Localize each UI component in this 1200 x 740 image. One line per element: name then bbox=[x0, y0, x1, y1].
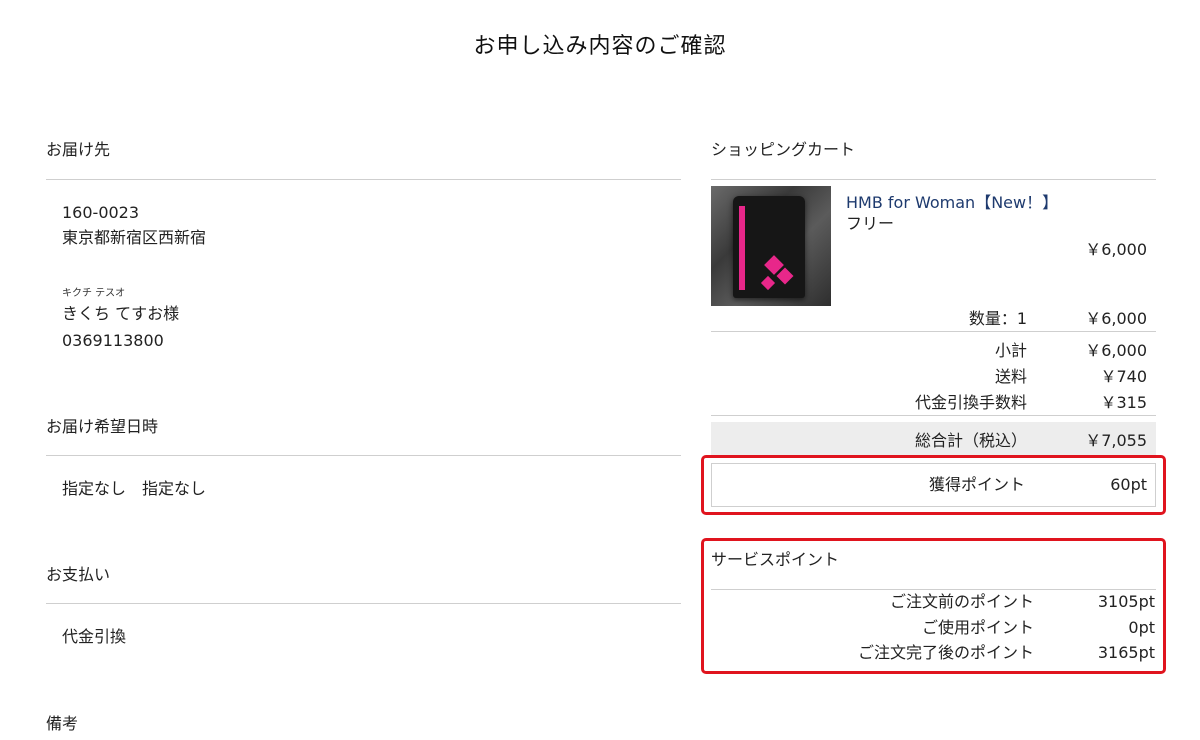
service-points-heading: サービスポイント bbox=[711, 550, 840, 569]
grand-total-value: ￥7,055 bbox=[1085, 431, 1147, 450]
divider bbox=[46, 603, 681, 604]
product-image[interactable] bbox=[711, 186, 831, 306]
points-after-value: 3165pt bbox=[1097, 643, 1155, 662]
shipping-label: 送料 bbox=[994, 367, 1027, 386]
points-used-label: ご使用ポイント bbox=[921, 618, 1034, 637]
line-total: ￥6,000 bbox=[1085, 309, 1147, 328]
divider bbox=[46, 179, 681, 180]
points-used-value: 0pt bbox=[1128, 618, 1155, 637]
shipping-value: ￥740 bbox=[1100, 367, 1147, 386]
postal-code: 160-0023 bbox=[62, 203, 140, 222]
cod-fee-label: 代金引換手数料 bbox=[914, 393, 1027, 412]
divider bbox=[711, 179, 1156, 180]
product-price: ￥6,000 bbox=[1085, 240, 1147, 259]
subtotal-value: ￥6,000 bbox=[1085, 341, 1147, 360]
points-before-value: 3105pt bbox=[1097, 592, 1155, 611]
notes-heading: 備考 bbox=[46, 714, 79, 733]
delivery-time-heading: お届け希望日時 bbox=[46, 417, 159, 436]
earned-points-value: 60pt bbox=[1110, 475, 1147, 494]
subtotal-label: 小計 bbox=[994, 341, 1027, 360]
quantity-label: 数量：1 bbox=[968, 309, 1027, 328]
delivery-time-value: 指定なし 指定なし bbox=[62, 479, 207, 498]
delivery-heading: お届け先 bbox=[46, 140, 111, 159]
name-kana: キクチ テスオ bbox=[62, 288, 126, 299]
earned-points-label: 獲得ポイント bbox=[928, 475, 1025, 494]
points-after-label: ご注文完了後のポイント bbox=[857, 643, 1034, 662]
address: 東京都新宿区西新宿 bbox=[62, 228, 207, 247]
points-before-label: ご注文前のポイント bbox=[889, 592, 1034, 611]
page-title: お申し込み内容のご確認 bbox=[473, 34, 727, 59]
product-pouch-graphic bbox=[733, 196, 805, 298]
cart-heading: ショッピングカート bbox=[711, 140, 856, 159]
phone-number: 0369113800 bbox=[62, 331, 164, 350]
recipient-name: きくち てすお様 bbox=[62, 304, 180, 323]
product-name-link[interactable]: HMB for Woman【New！】 bbox=[846, 189, 1058, 213]
divider bbox=[46, 455, 681, 456]
divider bbox=[711, 331, 1156, 332]
product-variant: フリー bbox=[846, 214, 895, 233]
divider bbox=[711, 415, 1156, 416]
payment-heading: お支払い bbox=[46, 565, 111, 584]
grand-total-label: 総合計（税込） bbox=[914, 431, 1027, 450]
payment-method: 代金引換 bbox=[62, 627, 127, 646]
cod-fee-value: ￥315 bbox=[1100, 393, 1147, 412]
